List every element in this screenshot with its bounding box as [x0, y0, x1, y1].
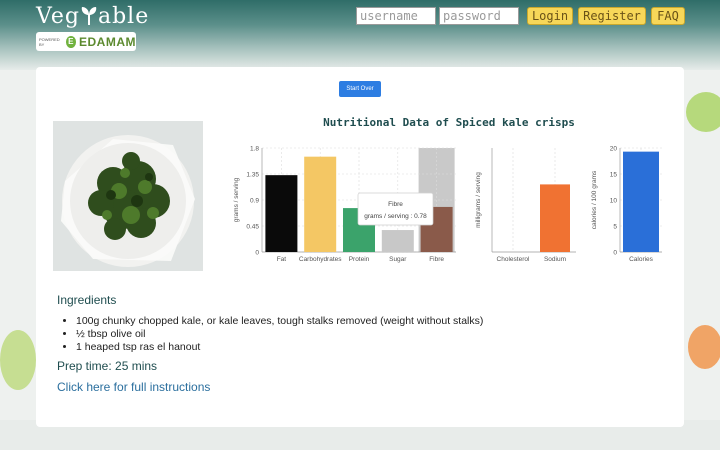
y-tick-label: 20 [610, 146, 618, 153]
faq-button[interactable]: FAQ [651, 7, 685, 25]
x-tick-label: Sugar [389, 256, 407, 263]
leaf-icon [81, 7, 97, 25]
chart-2: 0 5 10 15 20 calories / 100 grams Calories [591, 146, 662, 263]
logo-text-right: able [97, 4, 150, 29]
ingredient-item: 100g chunky chopped kale, or kale leaves… [76, 315, 483, 328]
x-tick-label: Cholesterol [497, 256, 530, 263]
y-tick-label: 0.45 [246, 224, 259, 231]
y-tick-label: 5 [613, 224, 617, 231]
y-tick-label: 0.9 [250, 198, 259, 205]
decorative-lime [686, 92, 720, 132]
y-tick-label: 0 [255, 250, 259, 257]
ingredient-item: ½ tbsp olive oil [76, 328, 483, 341]
bar-fat [265, 175, 298, 252]
logo-text-left: Veg [36, 4, 80, 29]
bar-sugar [381, 230, 414, 252]
y-axis-label: calories / 100 grams [591, 170, 598, 229]
full-instructions-link[interactable]: Click here for full instructions [57, 380, 210, 394]
x-tick-label: Fibre [429, 256, 444, 263]
edamam-badge[interactable]: POWERED BY E EDAMAM [36, 32, 136, 51]
y-axis-label: grams / serving [233, 177, 240, 222]
prep-time: Prep time: 25 mins [57, 359, 158, 373]
x-tick-label: Fat [277, 256, 287, 263]
register-button[interactable]: Register [578, 7, 646, 25]
ingredient-item: 1 heaped tsp ras el hanout [76, 341, 483, 354]
bar-carbohydrates [304, 156, 337, 252]
y-tick-label: 0 [613, 250, 617, 257]
username-input[interactable] [356, 7, 436, 25]
chart-1: milligrams / serving Cholesterol Sodium [475, 148, 576, 263]
bar-tooltip: Fibre grams / serving : 0.78 [357, 192, 434, 226]
y-tick-label: 10 [610, 198, 618, 205]
edamam-wordmark: EDAMAM [79, 34, 136, 49]
ingredients-heading: Ingredients [57, 293, 117, 307]
ingredients-list: 100g chunky chopped kale, or kale leaves… [60, 315, 483, 354]
login-button[interactable]: Login [527, 7, 573, 25]
y-tick-label: 15 [610, 172, 618, 179]
x-tick-label: Protein [349, 256, 370, 263]
powered-by-label: POWERED BY [39, 36, 60, 47]
recipe-card: Start Over Nutritional Data of Spiced ka… [36, 67, 684, 427]
edamam-e-icon: E [65, 35, 76, 48]
nutrition-charts: 0 0.45 0.9 1.35 1.8 grams / serving Fat Carbohy… [233, 146, 662, 263]
y-tick-label: 1.35 [246, 172, 259, 179]
x-tick-label: Carbohydrates [299, 256, 342, 263]
x-tick-label: Calories [629, 256, 654, 263]
tooltip-title: Fibre [388, 201, 403, 208]
decorative-lime [0, 330, 36, 390]
decorative-tomato [688, 325, 720, 369]
vegable-logo[interactable]: Veg able [36, 4, 149, 29]
tooltip-value: grams / serving : 0.78 [364, 213, 427, 220]
bar-sodium [540, 184, 570, 252]
bar-calories [623, 151, 659, 252]
tooltip-box [357, 192, 434, 226]
password-input[interactable] [439, 7, 519, 25]
y-axis-label: milligrams / serving [475, 172, 482, 228]
x-tick-label: Sodium [544, 256, 566, 263]
y-tick-label: 1.8 [250, 146, 259, 153]
